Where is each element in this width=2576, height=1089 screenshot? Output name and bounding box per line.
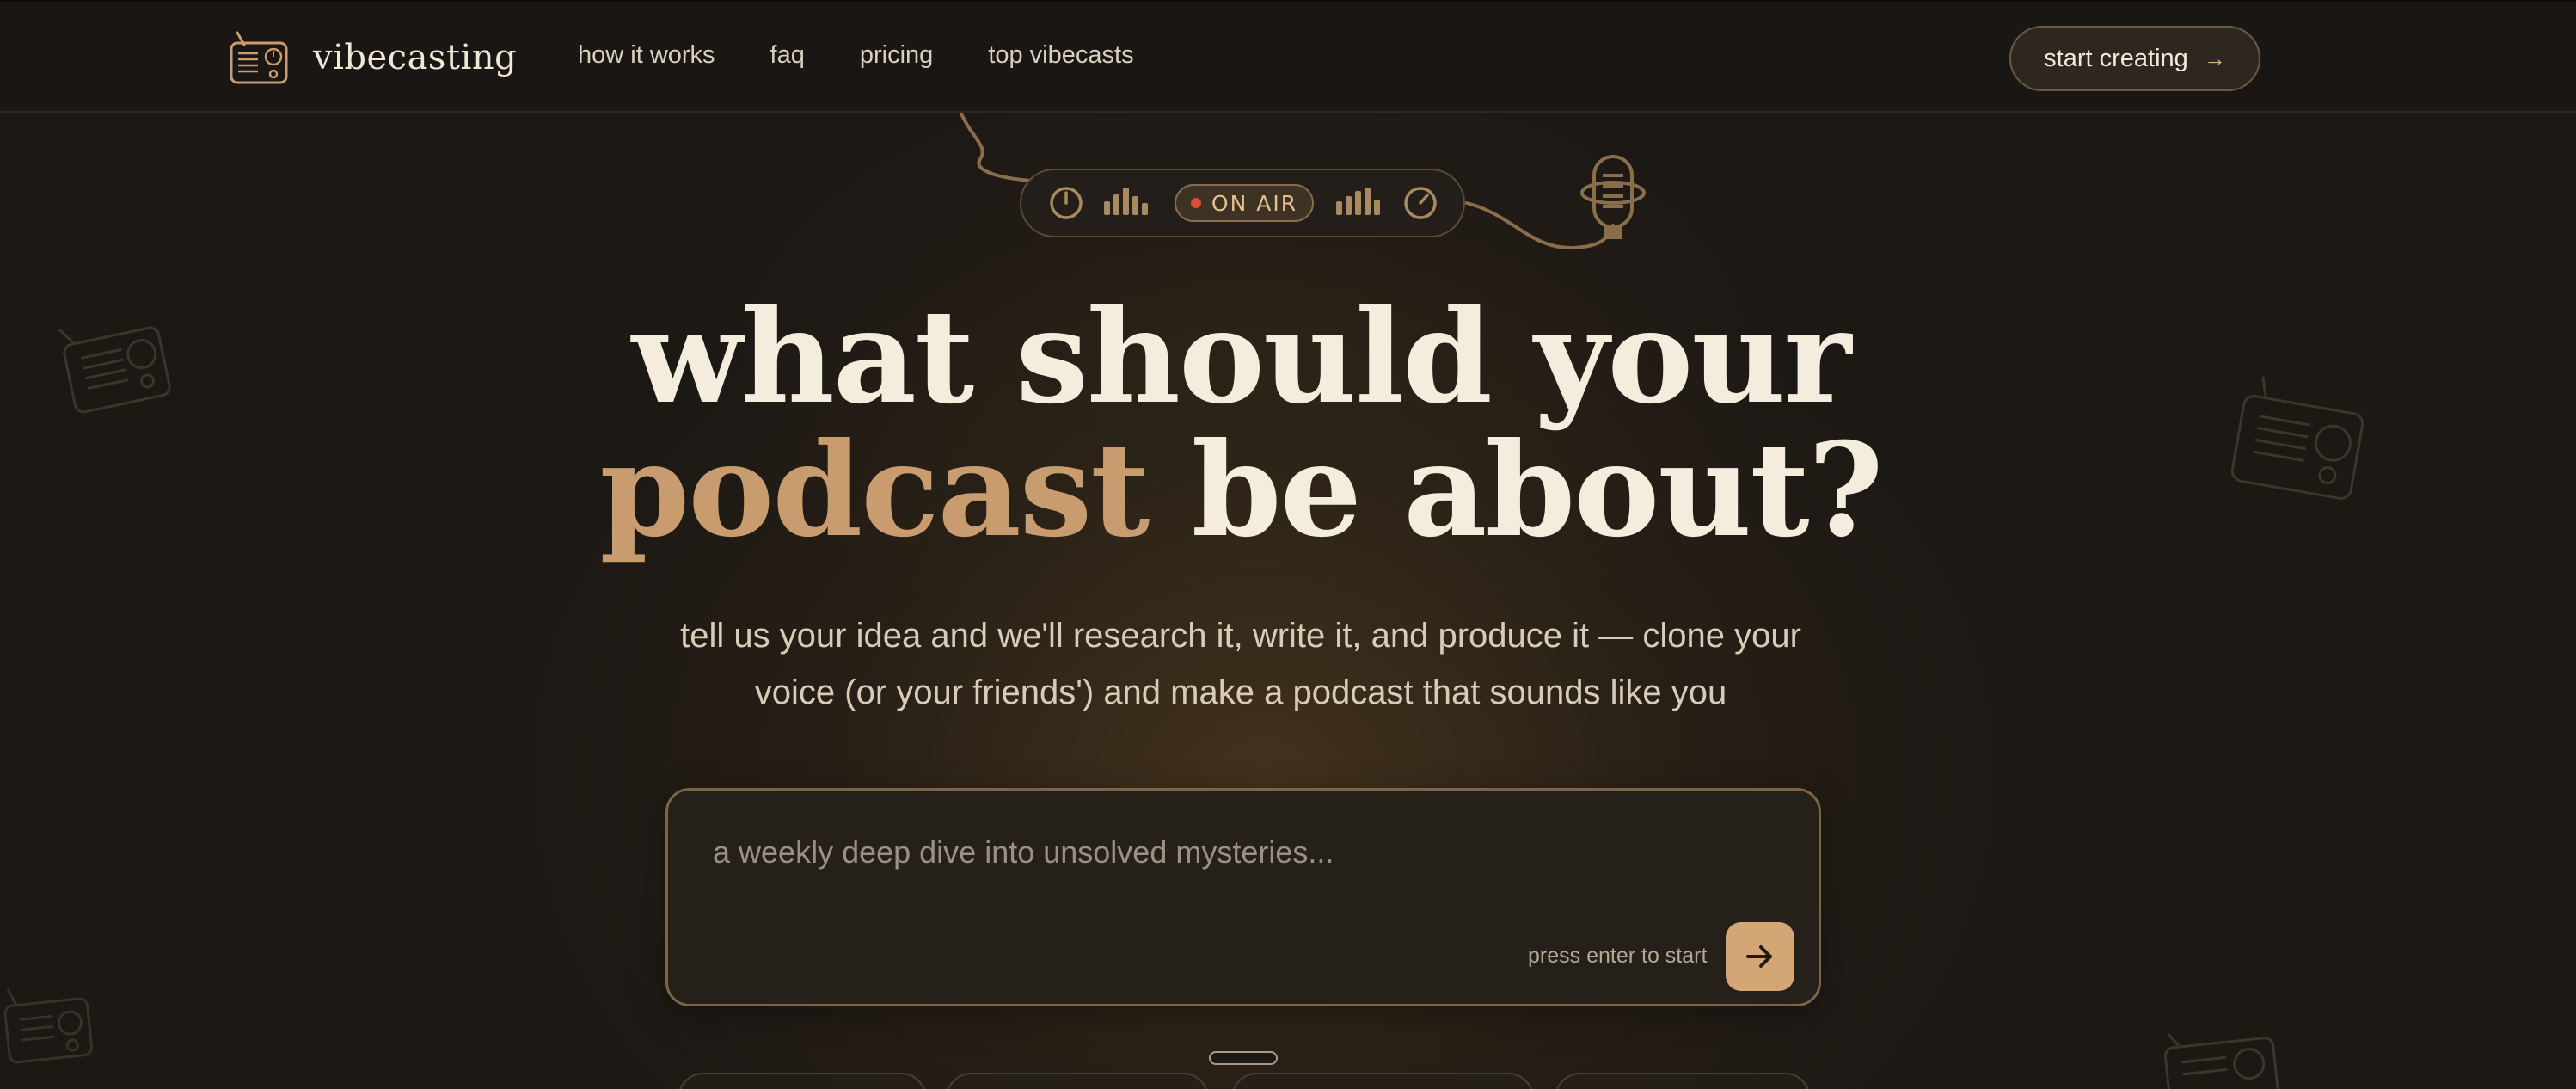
start-creating-label: start creating — [2044, 44, 2188, 72]
headline-line-2: podcast be about? — [0, 421, 2576, 559]
radio-icon-deco-bottom-left — [3, 987, 94, 1064]
suggestion-chip[interactable] — [946, 1073, 1209, 1089]
suggestion-chip[interactable] — [1555, 1073, 1811, 1089]
hero-headline: what should your podcast be about? — [0, 292, 2576, 559]
headline-accent-word: podcast — [599, 415, 1150, 566]
arrow-right-icon — [1746, 945, 1772, 968]
live-indicator-icon — [1190, 198, 1201, 208]
level-bars-icon — [1104, 188, 1148, 215]
subtitle-line-1: tell us your idea and we'll research it,… — [680, 617, 1801, 655]
level-bars-icon — [1336, 188, 1380, 215]
radio-icon-deco-bottom-right — [2163, 1033, 2279, 1089]
power-knob-icon — [1050, 187, 1083, 219]
on-air-badge: ON AIR — [1175, 184, 1314, 222]
on-air-label: ON AIR — [1211, 190, 1298, 216]
dial-knob-icon — [1404, 187, 1437, 219]
landing-page: vibecasting how it works faq pricing top… — [0, 0, 2576, 1089]
suggestion-chip[interactable] — [1231, 1073, 1534, 1089]
nav-links: how it works faq pricing top vibecasts — [578, 41, 1134, 70]
nav-link-faq[interactable]: faq — [770, 41, 805, 70]
arrow-right-icon: → — [2203, 45, 2226, 71]
suggestion-chip[interactable] — [678, 1073, 927, 1089]
nav-link-how-it-works[interactable]: how it works — [578, 41, 715, 70]
podcast-idea-input[interactable] — [711, 827, 1743, 878]
start-creating-button[interactable]: start creating → — [2009, 26, 2260, 91]
subtitle-line-2: voice (or your friends') and make a podc… — [754, 674, 1727, 711]
press-enter-hint: press enter to start — [1528, 944, 1708, 968]
submit-idea-button[interactable] — [1726, 922, 1794, 991]
podcast-idea-box: press enter to start — [665, 788, 1821, 1006]
brand-name: vibecasting — [313, 38, 518, 77]
radio-icon — [230, 31, 288, 84]
on-air-panel: ON AIR — [1020, 169, 1465, 237]
scroll-indicator — [1209, 1051, 1278, 1065]
headline-line-1: what should your — [631, 281, 1852, 433]
top-navbar: vibecasting how it works faq pricing top… — [0, 0, 2576, 113]
microphone-icon — [1580, 155, 1646, 239]
nav-link-top-vibecasts[interactable]: top vibecasts — [988, 41, 1133, 70]
headline-line-2-rest: be about? — [1148, 415, 1884, 566]
nav-link-pricing[interactable]: pricing — [860, 41, 933, 70]
hero-subtitle: tell us your idea and we'll research it,… — [0, 607, 2576, 721]
brand-home-link[interactable]: vibecasting — [229, 29, 517, 86]
